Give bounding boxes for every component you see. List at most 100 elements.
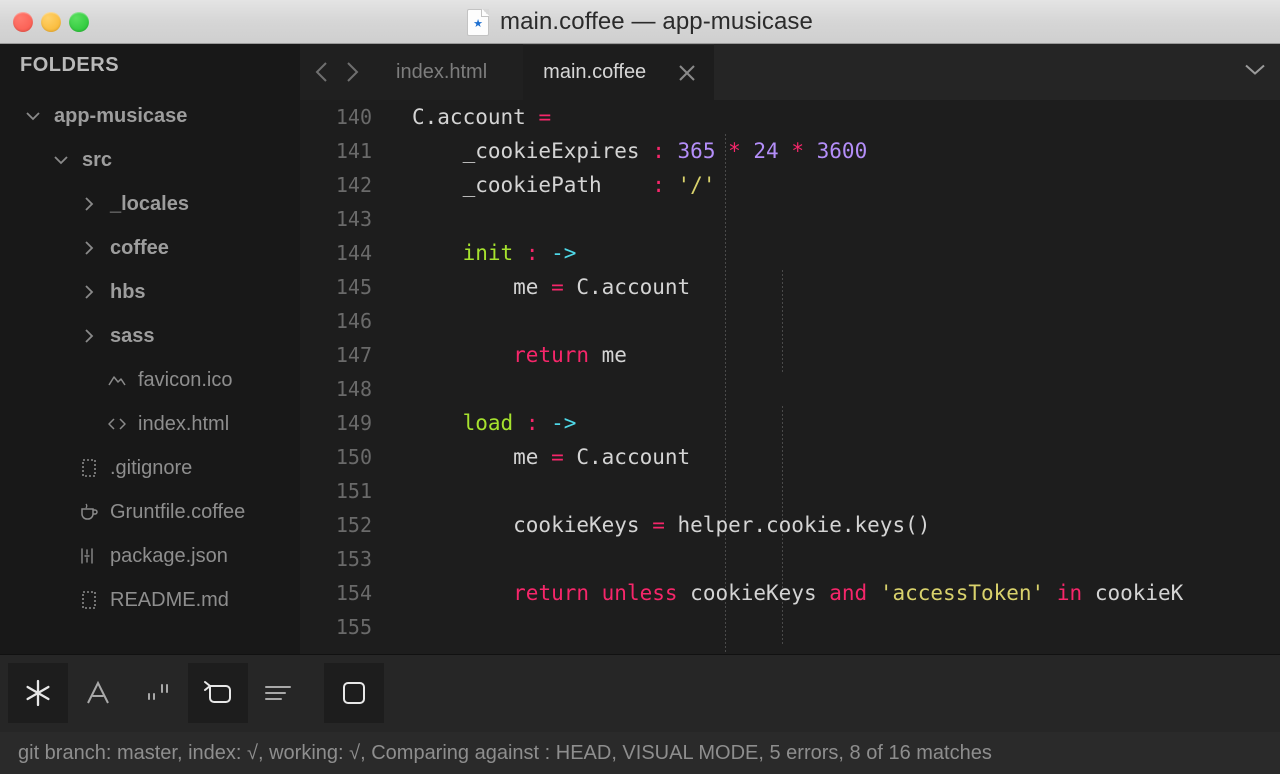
json-braces-icon [76,546,102,566]
zoom-window-button[interactable] [69,12,89,32]
tree-item-readme-md[interactable]: README.md [0,578,300,622]
token-punct: : [652,173,665,197]
chevron-right-icon[interactable] [76,283,102,301]
token-plain: _cookiePath [412,173,653,197]
tree-item-locales[interactable]: _locales [0,182,300,226]
line-number: 140 [335,105,372,129]
tab-index-html[interactable]: index.html [376,44,524,100]
code-line: 140 C.account = [300,100,1280,134]
wrap-around-toggle[interactable] [188,663,248,723]
in-selection-toggle[interactable] [248,663,308,723]
tree-item-label: package.json [110,544,228,567]
tree-item-label: index.html [138,412,230,435]
close-icon[interactable] [676,62,698,84]
code-line: 143 [300,202,1280,236]
find-toolbar: new [a-zA-Z]+ Find Find Prev Find All [0,654,1280,732]
token-prop: load [462,411,514,435]
code-line: 152 cookieKeys = helper.cookie.keys() [300,508,1280,542]
token-arrow: -> [551,411,577,435]
file-tree-sidebar: FOLDERS app-musicase src _localescoffee hbs… [0,44,300,654]
token-punct: : [525,241,539,265]
token-op: * [778,139,817,163]
tree-item-label: app-musicase [54,104,188,127]
token-arrow: -> [551,241,577,265]
code-line: 151 [300,474,1280,508]
token-plain: cookieKeys [677,581,830,605]
line-number: 152 [335,513,372,537]
code-line: 149 load : -> [300,406,1280,440]
token-kw: return [513,343,590,367]
code-editor[interactable]: 140 C.account = 141 _cookieExpires : 365 *… [300,100,1280,654]
line-number: 142 [335,173,372,197]
regex-toggle[interactable] [8,663,68,723]
token-str: '/' [677,173,716,197]
line-number: 145 [335,275,372,299]
chevron-right-icon[interactable] [76,195,102,213]
code-content: 140 C.account = 141 _cookieExpires : 365 *… [300,100,1280,644]
code-line-text: return me [386,338,627,372]
tree-item-src[interactable]: src [0,138,300,182]
token-plain: me [412,445,552,469]
code-line: 154 return unless cookieKeys and 'access… [300,576,1280,610]
tree-item-gitignore[interactable]: .gitignore [0,446,300,490]
tree-item-index-html[interactable]: index.html [0,402,300,446]
whole-word-toggle[interactable] [128,663,188,723]
tree-item-label: hbs [110,280,146,303]
close-window-button[interactable] [13,12,33,32]
chevron-down-icon[interactable] [48,151,74,169]
tab-bar-filler [714,44,1280,100]
token-punct: : [652,139,665,163]
status-bar-text: git branch: master, index: √, working: √… [18,741,992,764]
code-line-text: init : -> [386,236,577,270]
chevron-down-icon[interactable] [1242,62,1268,83]
chevron-right-icon[interactable] [76,327,102,345]
tree-item-package-json[interactable]: package.json [0,534,300,578]
tree-item-app-musicase[interactable]: app-musicase [0,94,300,138]
highlight-toggle[interactable] [324,663,384,723]
tree-item-label: _locales [110,192,189,215]
loop-arrow-icon [204,681,231,703]
case-sensitive-toggle[interactable] [68,663,128,723]
tree-item-favicon-ico[interactable]: favicon.ico [0,358,300,402]
tree-item-sass[interactable]: sass [0,314,300,358]
minimize-window-button[interactable] [41,12,61,32]
code-line: 144 init : -> [300,236,1280,270]
code-line: 145 me = C.account [300,270,1280,304]
tree-item-coffee[interactable]: coffee [0,226,300,270]
chevron-left-icon[interactable] [314,59,330,85]
tree-item-label: Gruntfile.coffee [110,500,246,523]
chevron-down-icon[interactable] [20,107,46,125]
tab-main-coffee[interactable]: main.coffee [523,44,715,100]
tab-bar: index.html main.coffee [300,44,1280,100]
token-punct: : [525,411,539,435]
chevron-right-icon[interactable] [344,59,360,85]
letter-a-icon [87,680,109,704]
token-op: = [538,105,552,129]
code-line-text: cookieKeys = helper.cookie.keys() [386,508,930,542]
line-number: 153 [335,547,372,571]
tree-item-hbs[interactable]: hbs [0,270,300,314]
token-plain: me [589,343,627,367]
tree-item-gruntfile-coffee[interactable]: Gruntfile.coffee [0,490,300,534]
quotes-icon [148,684,168,700]
token-num: 365 [677,139,716,163]
token-plain: helper.cookie.keys() [664,513,931,537]
line-number: 141 [335,139,372,163]
chevron-right-icon[interactable] [76,239,102,257]
token-str: 'accessToken' [879,581,1045,605]
line-number: 148 [335,377,372,401]
line-number: 146 [335,309,372,333]
token-kw: return unless [513,581,678,605]
sidebar-header: FOLDERS [20,54,120,76]
tab-nav-arrows [300,44,376,100]
window-controls [13,0,89,44]
image-icon [104,371,130,389]
token-plain: C.account [563,275,691,299]
token-op: = [551,445,564,469]
token-kw: and [829,581,868,605]
